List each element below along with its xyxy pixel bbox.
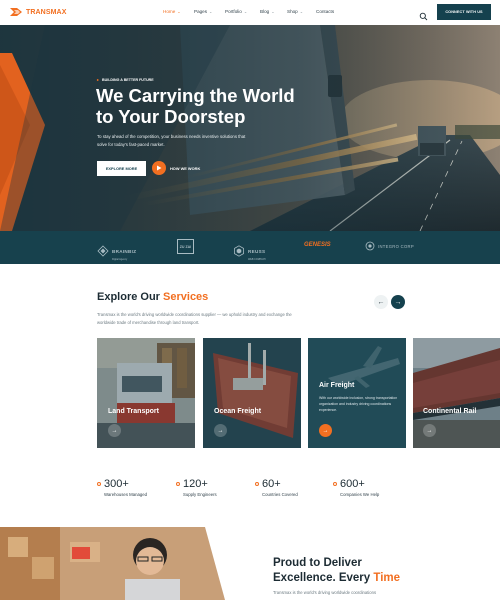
circle-logo-icon bbox=[365, 241, 375, 251]
hero-banner: ▸ BUILDING A BETTER FUTURE We Carrying t… bbox=[0, 25, 500, 231]
hero-title: We Carrying the World to Your Doorstep bbox=[96, 85, 326, 127]
nav-item-home[interactable]: Home ⌄ bbox=[163, 9, 194, 14]
hero-subtitle: To stay ahead of the competition, your b… bbox=[97, 134, 246, 147]
card-title: Land Transport bbox=[108, 408, 159, 415]
carousel-prev-button[interactable]: ← bbox=[374, 295, 388, 309]
partner-name: INTEGRO CORP bbox=[378, 243, 414, 249]
chevron-down-icon: ⌄ bbox=[177, 9, 181, 14]
stat-dot-icon bbox=[255, 482, 259, 486]
connect-button[interactable]: CONNECT WITH US bbox=[437, 4, 491, 20]
chevron-down-icon: ⌄ bbox=[243, 9, 248, 14]
play-icon bbox=[157, 165, 162, 171]
partner-name: GENESIS bbox=[304, 242, 331, 248]
partner-name: BRAINBIZ bbox=[112, 249, 137, 254]
partner-name: REUSS bbox=[248, 249, 266, 254]
arrow-left-icon: ← bbox=[377, 298, 385, 306]
hero-title-line2: to Your Doorstep bbox=[96, 106, 246, 127]
about-heading-accent: Time bbox=[373, 572, 401, 584]
card-link-arrow-icon[interactable]: → bbox=[319, 424, 332, 437]
services-heading-plain: Explore Our bbox=[97, 291, 160, 303]
main-nav: Home ⌄ Pages ⌄ Portfolio ⌄ Blog ⌄ Shop ⌄… bbox=[163, 9, 334, 14]
search-icon[interactable] bbox=[419, 8, 428, 21]
about-heading-plain: Excellence. Every bbox=[273, 572, 371, 584]
nav-item-contacts[interactable]: Contacts bbox=[316, 9, 334, 14]
partner-logo-genesis[interactable]: GENESIS bbox=[304, 242, 331, 248]
caret-right-icon: ▸ bbox=[97, 77, 100, 82]
brand-logo[interactable]: TRANSMAX bbox=[10, 6, 66, 18]
partner-tag: WEB COMPANY bbox=[248, 258, 267, 261]
stat-value: 600+ bbox=[340, 478, 365, 490]
nav-item-blog[interactable]: Blog ⌄ bbox=[260, 9, 287, 14]
card-title: Ocean Freight bbox=[214, 408, 262, 415]
partner-logo-integro[interactable]: INTEGRO CORP bbox=[365, 241, 414, 251]
service-card-ocean-freight[interactable]: Ocean Freight → bbox=[203, 338, 301, 448]
partner-name: ZU ZAI bbox=[179, 244, 192, 249]
partner-logo-reuss[interactable]: REUSS WEB COMPANY bbox=[233, 240, 266, 261]
stat-label: Companies We Help bbox=[340, 492, 380, 497]
partner-logo-zuzai[interactable]: ZU ZAI bbox=[177, 239, 194, 254]
card-description: With our worldwide inclusion, strong tra… bbox=[319, 396, 398, 412]
partner-logos-bar: BRAINBIZ Digital Agency ZU ZAI REUSS WEB… bbox=[0, 231, 500, 264]
nav-label: Home bbox=[163, 9, 176, 14]
hero-eyebrow: ▸ BUILDING A BETTER FUTURE bbox=[97, 77, 154, 82]
partner-tag: Digital Agency bbox=[112, 258, 128, 261]
card-link-arrow-icon[interactable]: → bbox=[423, 424, 436, 437]
nav-item-portfolio[interactable]: Portfolio ⌄ bbox=[225, 9, 260, 14]
nav-item-pages[interactable]: Pages ⌄ bbox=[194, 9, 225, 14]
about-subtitle: Transmax is the world's driving worldwid… bbox=[273, 590, 377, 595]
brand-name: TRANSMAX bbox=[26, 8, 67, 16]
site-header: TRANSMAX Home ⌄ Pages ⌄ Portfolio ⌄ Blog… bbox=[0, 0, 500, 25]
stat-value: 60+ bbox=[262, 478, 281, 490]
about-heading-line1: Proud to Deliver bbox=[273, 557, 362, 569]
about-heading-line2: Excellence. Every Time bbox=[273, 571, 493, 586]
about-heading: Proud to Deliver Excellence. Every Time bbox=[273, 556, 493, 586]
service-card-continental-rail[interactable]: Continental Rail → bbox=[413, 338, 500, 448]
stat-warehouses: 300+ Warehouses Managed bbox=[97, 478, 147, 497]
service-card-land-transport[interactable]: Land Transport → bbox=[97, 338, 195, 448]
stat-dot-icon bbox=[97, 482, 101, 486]
explore-more-button[interactable]: EXPLORE MORE bbox=[97, 161, 146, 176]
nav-item-shop[interactable]: Shop ⌄ bbox=[287, 9, 316, 14]
hero-background-image bbox=[0, 25, 500, 231]
stat-dot-icon bbox=[333, 482, 337, 486]
chevron-down-icon: ⌄ bbox=[209, 9, 213, 14]
stat-label: Countries Covered bbox=[262, 492, 298, 497]
logo-mark-icon bbox=[10, 6, 22, 18]
stat-label: Warehouses Managed bbox=[104, 492, 148, 497]
hexagon-logo-icon bbox=[234, 244, 244, 257]
carousel-next-button[interactable]: → bbox=[391, 295, 405, 309]
hero-eyebrow-text: BUILDING A BETTER FUTURE bbox=[102, 77, 154, 82]
about-worker-image bbox=[0, 527, 240, 600]
diamond-logo-icon bbox=[97, 244, 109, 257]
services-heading: Explore Our Services bbox=[97, 291, 208, 303]
card-link-arrow-icon[interactable]: → bbox=[108, 424, 121, 437]
nav-label: Pages bbox=[194, 9, 208, 14]
chevron-down-icon: ⌄ bbox=[271, 9, 275, 14]
nav-label: Portfolio bbox=[225, 9, 242, 14]
stat-countries: 60+ Countries Covered bbox=[255, 478, 298, 497]
card-title: Continental Rail bbox=[423, 408, 477, 415]
nav-label: Shop bbox=[287, 9, 298, 14]
nav-label: Blog bbox=[260, 9, 270, 14]
nav-label: Contacts bbox=[316, 9, 335, 14]
how-we-work-link[interactable]: HOW WE WORK bbox=[170, 166, 200, 171]
card-link-arrow-icon[interactable]: → bbox=[214, 424, 227, 437]
hero-title-line1: We Carrying the World bbox=[96, 85, 295, 106]
partner-logo-brainbiz[interactable]: BRAINBIZ Digital Agency bbox=[97, 240, 136, 261]
stat-value: 120+ bbox=[183, 478, 208, 490]
stat-dot-icon bbox=[176, 482, 180, 486]
services-subtitle: Transmax is the world's driving worldwid… bbox=[97, 312, 292, 325]
stat-label: Supply Engineers bbox=[183, 492, 217, 497]
card-title: Air Freight bbox=[319, 382, 355, 389]
stat-companies: 600+ Companies We Help bbox=[333, 478, 379, 497]
services-heading-accent: Services bbox=[163, 291, 209, 303]
chevron-down-icon: ⌄ bbox=[299, 9, 304, 14]
stat-engineers: 120+ Supply Engineers bbox=[176, 478, 217, 497]
play-video-button[interactable] bbox=[152, 161, 166, 175]
service-card-air-freight[interactable]: Air Freight With our worldwide inclusion… bbox=[308, 338, 406, 448]
arrow-right-icon: → bbox=[394, 298, 402, 306]
stat-value: 300+ bbox=[104, 478, 129, 490]
